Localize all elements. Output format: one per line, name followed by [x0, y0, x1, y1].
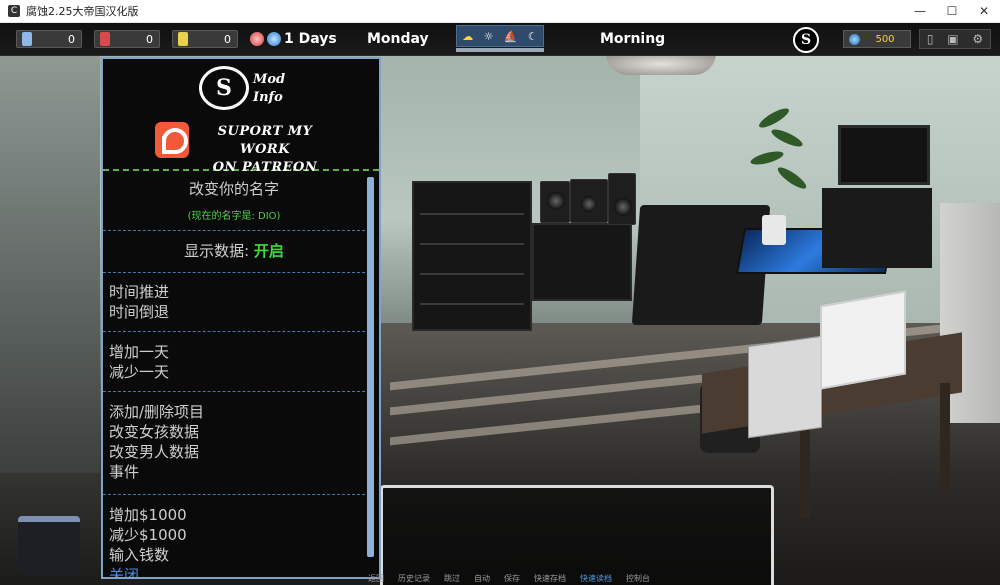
add-money-button[interactable]: 增加$1000 [109, 505, 359, 525]
stat-counter: 0 [16, 30, 82, 48]
day-section: 增加一天 减少一天 [103, 332, 365, 392]
sun-icon[interactable]: ☼ [484, 30, 494, 43]
close-panel-button[interactable]: 关闭 [109, 565, 359, 577]
blue-orb-icon [267, 32, 281, 46]
time-back-button[interactable]: 时间倒退 [109, 302, 359, 322]
window-title: 腐蚀2.25大帝国汉化版 [26, 5, 139, 18]
desk-leg [940, 383, 950, 493]
name-section: 改变你的名字 (现在的名字是: DIO) [103, 173, 365, 231]
patreon-support-link[interactable]: SUPORT MY WORK ON PATREON [195, 123, 335, 177]
money-value: 500 [875, 33, 895, 45]
support-line: SUPORT MY WORK [217, 124, 313, 157]
cabinet [532, 223, 632, 301]
left-wall [0, 53, 100, 473]
computer-icon[interactable]: ▣ [947, 32, 958, 46]
close-window-button[interactable]: ✕ [968, 0, 1000, 23]
mod-info-title: Mod Info [253, 71, 285, 107]
phone-icon[interactable]: ▯ [927, 32, 934, 46]
show-data-label: 显示数据: [184, 242, 254, 260]
panel-scrollbar[interactable] [367, 177, 374, 557]
yellow-bottle-icon [178, 32, 188, 46]
quick-menu-back[interactable]: 返回 [368, 573, 384, 584]
stat-value: 0 [146, 32, 153, 46]
ceiling-lamp [606, 53, 716, 75]
quick-menu-quicksave[interactable]: 快速存档 [534, 573, 566, 584]
game-viewport[interactable]: 0 0 0 1 Days Monday ☁ ☼ ⛵ ☾ Morning S 50… [0, 23, 1000, 585]
settings-gear-icon[interactable]: ⚙ [972, 32, 983, 46]
scrollbar-thumb[interactable] [367, 177, 374, 557]
sunset-icon[interactable]: ⛵ [504, 30, 518, 43]
mod-logo-icon: S [199, 66, 249, 110]
patreon-icon[interactable] [155, 122, 189, 158]
stat-counter: 0 [172, 30, 238, 48]
hud-menu-icons: ▯ ▣ ⚙ [919, 29, 991, 49]
mod-logo-button[interactable]: S [793, 27, 819, 53]
speaker-right [608, 173, 636, 225]
edit-section: 添加/删除项目 改变女孩数据 改变男人数据 事件 [103, 392, 365, 495]
app-icon: C [8, 5, 20, 17]
plant-pot [762, 215, 786, 245]
stat-value: 0 [68, 32, 75, 46]
stat-value: 0 [224, 32, 231, 46]
quick-menu-skip[interactable]: 跳过 [444, 573, 460, 584]
cloud-icon[interactable]: ☁ [462, 30, 473, 43]
dialogue-box [380, 485, 774, 585]
quick-menu: 返回 历史记录 跳过 自动 保存 快速存档 快速读档 控制台 [368, 573, 650, 584]
time-forward-button[interactable]: 时间推进 [109, 282, 359, 302]
time-of-day-selector[interactable]: ☁ ☼ ⛵ ☾ [456, 25, 544, 47]
stereo [570, 179, 608, 223]
mod-menu: 改变你的名字 (现在的名字是: DIO) 显示数据: 开启 时间推进 时间倒退 … [103, 173, 365, 577]
time-indicator-bar [456, 48, 544, 52]
television [838, 125, 930, 185]
edit-man-data-button[interactable]: 改变男人数据 [109, 442, 359, 462]
bookshelf [412, 181, 532, 331]
trash-bin [18, 516, 80, 576]
mod-info-panel: S Mod Info SUPORT MY WORK ON PATREON 改变你… [101, 57, 381, 579]
events-button[interactable]: 事件 [109, 462, 359, 482]
maximize-button[interactable]: ☐ [936, 0, 968, 23]
day-counter: 1 Days [284, 31, 337, 47]
mod-info-line: Mod [253, 72, 286, 87]
show-data-status: 开启 [253, 242, 284, 260]
edit-girl-data-button[interactable]: 改变女孩数据 [109, 422, 359, 442]
sub-day-button[interactable]: 减少一天 [109, 362, 359, 382]
speaker-left [540, 181, 570, 223]
status-bar: 0 0 0 1 Days Monday ☁ ☼ ⛵ ☾ Morning S 50… [0, 23, 1000, 56]
show-data-toggle[interactable]: 显示数据: 开启 [103, 231, 365, 273]
blue-bottle-icon [22, 32, 32, 46]
window-controls: — ☐ ✕ [904, 0, 1000, 23]
window-titlebar: C 腐蚀2.25大帝国汉化版 — ☐ ✕ [0, 0, 1000, 23]
computer-monitor [820, 290, 906, 390]
money-display: 500 [843, 30, 911, 48]
minimize-button[interactable]: — [904, 0, 936, 23]
money-section: 增加$1000 减少$1000 输入钱数 关闭 [103, 495, 365, 577]
sub-money-button[interactable]: 减少$1000 [109, 525, 359, 545]
quick-menu-save[interactable]: 保存 [504, 573, 520, 584]
red-bottle-icon [100, 32, 110, 46]
quick-menu-quickload[interactable]: 快速读档 [580, 573, 612, 584]
time-of-day-label: Morning [600, 31, 666, 47]
quick-menu-console[interactable]: 控制台 [626, 573, 650, 584]
mod-info-line: Info [253, 90, 283, 105]
red-orb-icon [250, 32, 264, 46]
time-section: 时间推进 时间倒退 [103, 273, 365, 332]
stat-counter: 0 [94, 30, 160, 48]
coin-icon [849, 33, 860, 45]
add-day-button[interactable]: 增加一天 [109, 342, 359, 362]
weekday-label: Monday [367, 31, 429, 47]
enter-money-button[interactable]: 输入钱数 [109, 545, 359, 565]
moon-icon[interactable]: ☾ [528, 30, 538, 43]
quick-menu-history[interactable]: 历史记录 [398, 573, 430, 584]
add-remove-items-button[interactable]: 添加/删除项目 [109, 402, 359, 422]
quick-menu-auto[interactable]: 自动 [474, 573, 490, 584]
current-name-label: (现在的名字是: DIO) [187, 211, 281, 222]
change-name-button[interactable]: 改变你的名字 [109, 179, 359, 199]
tv-stand [822, 188, 932, 268]
panel-header: S Mod Info SUPORT MY WORK ON PATREON [103, 59, 379, 175]
pc-tower [748, 335, 822, 439]
